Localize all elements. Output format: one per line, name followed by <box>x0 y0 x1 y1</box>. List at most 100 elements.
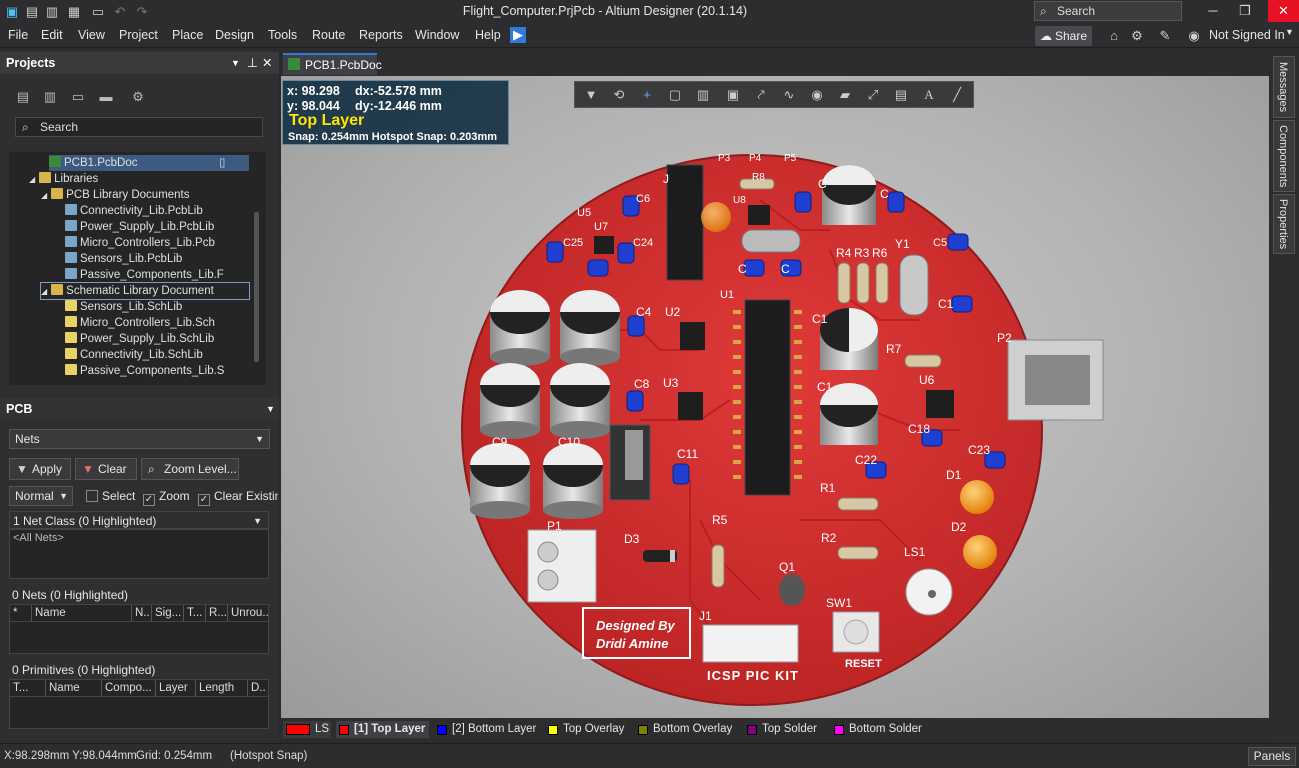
tab-messages[interactable]: Messages <box>1273 56 1295 118</box>
menu-file[interactable]: File <box>8 28 28 42</box>
menu-route[interactable]: Route <box>312 28 345 42</box>
zoom-level-button[interactable]: ⌕ Zoom Level... <box>141 458 239 480</box>
align-icon[interactable]: ▥ <box>695 87 711 103</box>
route-icon[interactable]: ⟲ <box>611 87 627 103</box>
layer-set-ls[interactable]: LS <box>283 721 331 738</box>
chevron-down-icon[interactable]: ▼ <box>253 512 262 530</box>
projects-search-input[interactable]: ⌕ Search <box>15 117 263 137</box>
clear-button[interactable]: ▼ Clear <box>75 458 137 480</box>
pcb-board-view[interactable]: Designed By Dridi Amine ICSP PIC KIT RES… <box>281 76 1269 718</box>
menu-view[interactable]: View <box>78 28 105 42</box>
menu-edit[interactable]: Edit <box>41 28 63 42</box>
menu-window[interactable]: Window <box>415 28 459 42</box>
select-checkbox[interactable]: Select <box>86 488 135 504</box>
layer-tab-top-layer[interactable]: [1] Top Layer <box>336 721 429 738</box>
close-window-button[interactable]: ✕ <box>1268 0 1299 22</box>
column-header[interactable]: T... <box>10 680 46 696</box>
layer-tab-top-overlay[interactable]: Top Overlay <box>545 721 630 738</box>
print-icon[interactable]: ▦ <box>66 4 82 20</box>
select-rect-icon[interactable]: ▢ <box>667 87 683 103</box>
tree-item-pcb-library-documents[interactable]: ◢ PCB Library Documents <box>41 187 190 203</box>
menu-design[interactable]: Design <box>215 28 254 42</box>
text-icon[interactable]: A <box>921 87 937 103</box>
tab-components[interactable]: Components <box>1273 120 1295 192</box>
column-header[interactable]: Sig... <box>152 605 184 621</box>
tree-item-power-supply-pcblib[interactable]: Power_Supply_Lib.PcbLib <box>65 219 214 235</box>
tree-item-connectivity-schlib[interactable]: Connectivity_Lib.SchLib <box>65 347 203 363</box>
add-icon[interactable]: + <box>639 87 655 103</box>
column-header[interactable]: Name <box>32 605 132 621</box>
net-class-item[interactable]: <All Nets> <box>13 532 64 544</box>
menu-project[interactable]: Project <box>119 28 158 42</box>
column-header-color[interactable]: * <box>10 605 32 621</box>
add-document-icon[interactable]: ▥ <box>42 89 58 105</box>
share-button[interactable]: ☁ Share <box>1035 26 1092 46</box>
layer-tab-bottom-solder[interactable]: Bottom Solder <box>831 721 929 738</box>
maximize-button[interactable]: ❐ <box>1230 0 1260 22</box>
pin-icon[interactable]: ⊥ <box>247 52 258 74</box>
open-folder-icon[interactable]: ▭ <box>90 4 106 20</box>
pcb-3d-canvas[interactable]: Designed By Dridi Amine ICSP PIC KIT RES… <box>281 76 1269 718</box>
column-header[interactable]: D.. <box>248 680 268 696</box>
save-all-icon[interactable]: ▥ <box>44 4 60 20</box>
home-icon[interactable]: ⌂ <box>1106 28 1122 44</box>
column-header[interactable]: Length <box>196 680 248 696</box>
run-script-icon[interactable]: ▶ <box>510 27 526 43</box>
user-icon[interactable]: ◉ <box>1186 28 1202 44</box>
clear-existing-checkbox[interactable]: ✓ Clear Existin <box>198 488 278 506</box>
tree-item-connectivity-pcblib[interactable]: Connectivity_Lib.PcbLib <box>65 203 203 219</box>
notifications-icon[interactable]: ✎ <box>1157 28 1173 44</box>
tree-item-micro-controllers-pcblib[interactable]: Micro_Controllers_Lib.Pcb <box>65 235 215 251</box>
tree-scrollbar[interactable] <box>254 212 259 362</box>
tree-item-sensors-pcblib[interactable]: Sensors_Lib.PcbLib <box>65 251 182 267</box>
global-search-input[interactable]: ⌕ Search <box>1034 1 1182 21</box>
layer-tab-bottom-overlay[interactable]: Bottom Overlay <box>635 721 738 738</box>
tree-item-libraries[interactable]: ◢ Libraries <box>29 171 98 187</box>
close-panel-icon[interactable]: ✕ <box>262 52 272 74</box>
project-settings-icon[interactable]: ⚙ <box>130 89 146 105</box>
document-tab-pcb1[interactable]: PCB1.PcbDoc <box>283 53 382 75</box>
polygon-icon[interactable]: ▰ <box>837 87 853 103</box>
layer-tab-bottom-layer[interactable]: [2] Bottom Layer <box>434 721 539 738</box>
save-project-icon[interactable]: ▤ <box>15 89 31 105</box>
column-header[interactable]: N.. <box>132 605 152 621</box>
highlight-mode-dropdown[interactable]: Normal ▼ <box>9 486 73 506</box>
tree-item-micro-controllers-schlib[interactable]: Micro_Controllers_Lib.Sch <box>65 315 215 331</box>
tab-properties[interactable]: Properties <box>1273 194 1295 254</box>
tree-item-schematic-library-document[interactable]: ◢ Schematic Library Document <box>40 282 250 300</box>
panels-button[interactable]: Panels <box>1248 747 1296 766</box>
zoom-checkbox[interactable]: ✓ Zoom <box>143 488 190 506</box>
dimension-icon[interactable]: ⤢ <box>865 87 881 103</box>
tune-length-icon[interactable]: ∿ <box>781 87 797 103</box>
gear-icon[interactable]: ⚙ <box>1129 28 1145 44</box>
interactive-route-icon[interactable]: ⤤ <box>753 87 769 103</box>
column-header[interactable]: Unrou... <box>228 605 268 621</box>
menu-place[interactable]: Place <box>172 28 203 42</box>
room-icon[interactable]: ▤ <box>893 87 909 103</box>
tree-item-pcb1[interactable]: PCB1.PcbDoc ▯ <box>49 155 249 171</box>
user-status[interactable]: Not Signed In <box>1209 28 1285 42</box>
panel-menu-icon[interactable]: ▼ <box>231 52 240 74</box>
folder-icon[interactable]: ▭ <box>70 89 86 105</box>
chevron-down-icon[interactable]: ▼ <box>1285 27 1294 37</box>
via-icon[interactable]: ◉ <box>809 87 825 103</box>
filter-icon[interactable]: ▼ <box>583 87 599 103</box>
tree-item-sensors-schlib[interactable]: Sensors_Lib.SchLib <box>65 299 182 315</box>
save-icon[interactable]: ▤ <box>24 4 40 20</box>
column-header[interactable]: Layer <box>156 680 196 696</box>
line-icon[interactable]: ╱ <box>949 87 965 103</box>
column-header[interactable]: Compo... <box>102 680 156 696</box>
component-icon[interactable]: ▣ <box>725 87 741 103</box>
folder-settings-icon[interactable]: ▬ <box>98 89 114 105</box>
panel-menu-icon[interactable]: ▼ <box>266 398 275 420</box>
redo-icon[interactable]: ↷ <box>134 4 150 20</box>
menu-reports[interactable]: Reports <box>359 28 403 42</box>
column-header[interactable]: Name <box>46 680 102 696</box>
undo-icon[interactable]: ↶ <box>112 4 128 20</box>
pcb-mode-dropdown[interactable]: Nets ▼ <box>9 429 270 449</box>
menu-tools[interactable]: Tools <box>268 28 297 42</box>
apply-button[interactable]: ▼ Apply <box>9 458 71 480</box>
menu-help[interactable]: Help <box>475 28 501 42</box>
layer-tab-top-solder[interactable]: Top Solder <box>744 721 827 738</box>
tree-item-power-supply-schlib[interactable]: Power_Supply_Lib.SchLib <box>65 331 214 347</box>
